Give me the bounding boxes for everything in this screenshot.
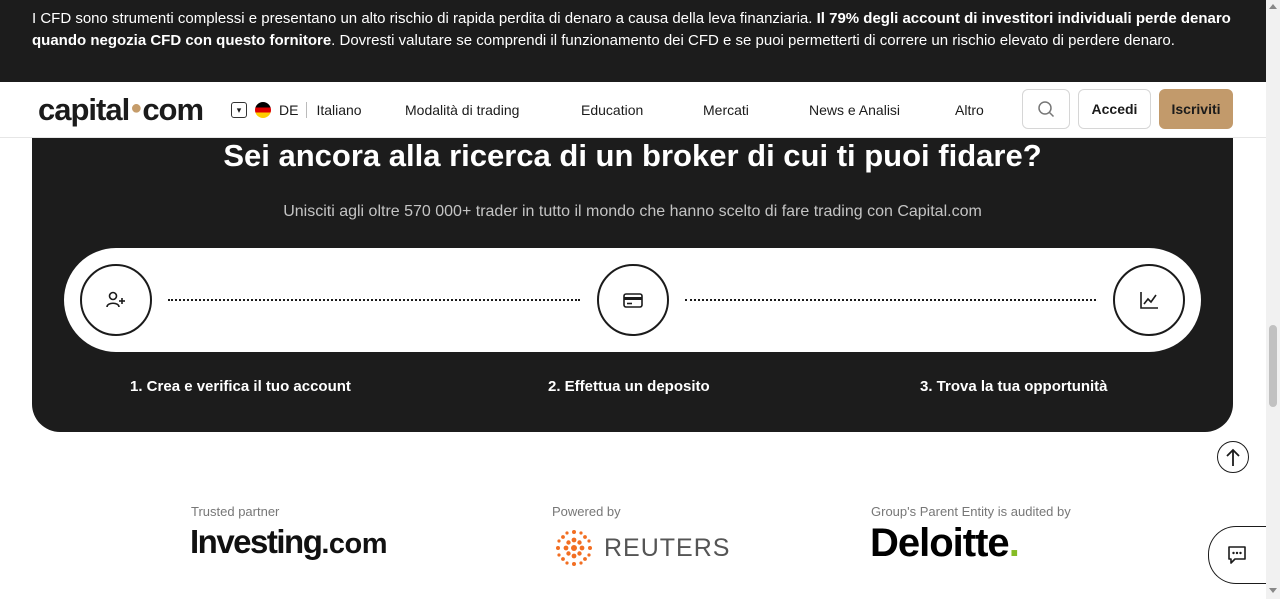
deloitte-logo: Deloitte. [870,521,1020,566]
step-2-label: 2. Effettua un deposito [548,378,710,395]
risk-text-part2: . Dovresti valutare se comprendi il funz… [331,32,1175,49]
nav-news-analysis[interactable]: News e Analisi [809,102,900,118]
risk-warning-banner: I CFD sono strumenti complessi e present… [0,0,1266,82]
reuters-logo: REUTERS [552,527,730,569]
scrollbar-thumb[interactable] [1269,325,1277,407]
page-scrollbar[interactable] [1266,0,1280,599]
step-connector-1 [168,299,580,301]
search-icon [1038,101,1055,118]
divider [306,102,308,118]
deloitte-dot: . [1008,521,1020,565]
login-button[interactable]: Accedi [1078,89,1151,129]
step-2-circle [597,264,669,336]
deloitte-caption: Group's Parent Entity is audited by [871,504,1071,519]
step-connector-2 [685,299,1096,301]
signup-button[interactable]: Iscriviti [1159,89,1233,129]
chart-line-icon [1140,292,1158,309]
site-header: capital●com ▾ DE Italiano Modalità di tr… [0,82,1266,138]
reuters-name: REUTERS [604,533,731,562]
add-user-icon [106,291,125,308]
reuters-dots-icon [556,530,592,566]
language-label: Italiano [316,102,362,118]
scroll-down-arrow-icon[interactable] [1269,588,1277,593]
deloitte-name: Deloitte [870,521,1010,565]
scroll-to-top-button[interactable] [1217,441,1249,473]
arrow-up-icon [1226,448,1240,466]
step-1-label: 1. Crea e verifica il tuo account [130,378,351,395]
country-code: DE [279,102,299,118]
chevron-down-icon: ▾ [231,102,247,118]
broker-cta-section: Sei ancora alla ricerca di un broker di … [32,138,1233,432]
investing-name: Investing [190,523,323,560]
risk-text-part1: I CFD sono strumenti complessi e present… [32,10,817,27]
cta-subtitle: Unisciti agli oltre 570 000+ trader in t… [283,203,982,220]
nav-education[interactable]: Education [581,102,643,118]
logo-dot: ● [130,97,142,119]
capital-logo[interactable]: capital●com [38,92,204,128]
chat-button[interactable] [1208,526,1268,584]
chat-icon [1227,546,1246,564]
step-1-circle [80,264,152,336]
nav-trading-modes[interactable]: Modalità di trading [405,102,519,118]
germany-flag-icon [255,102,271,118]
investing-suffix: .com [321,528,388,560]
investing-logo: Investing.com [190,523,388,561]
step-3-circle [1113,264,1185,336]
step-3-label: 3. Trova la tua opportunità [920,378,1108,395]
steps-progress-bar [64,248,1201,352]
nav-more[interactable]: Altro [955,102,984,118]
search-button[interactable] [1022,89,1070,129]
nav-markets[interactable]: Mercati [703,102,749,118]
reuters-caption: Powered by [552,504,621,519]
cta-title: Sei ancora alla ricerca di un broker di … [223,138,1042,173]
language-selector[interactable]: ▾ DE Italiano [231,101,362,119]
scroll-up-arrow-icon[interactable] [1269,4,1277,9]
credit-card-icon [623,293,643,308]
investing-caption: Trusted partner [191,504,280,519]
logo-text-right: com [142,92,204,127]
logo-text-left: capital [38,92,130,127]
